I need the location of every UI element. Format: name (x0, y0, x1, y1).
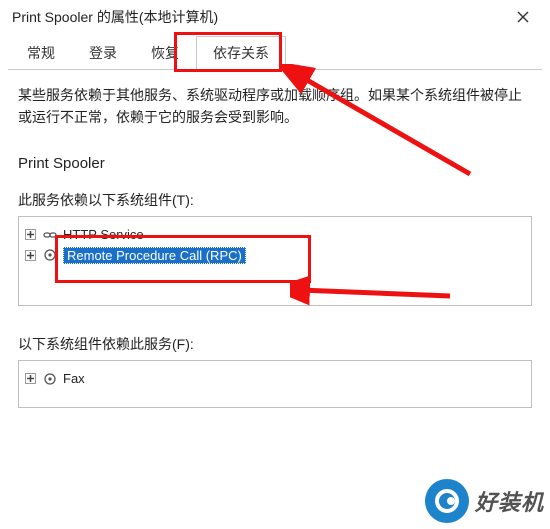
service-name: Print Spooler (18, 155, 532, 172)
tab-content: 某些服务依赖于其他服务、系统驱动程序或加载顺序组。如果某个系统组件被停止或运行不… (0, 70, 550, 408)
tab-recovery[interactable]: 恢复 (134, 36, 196, 70)
dependents-label: 以下系统组件依赖此服务(F): (18, 334, 532, 354)
tree-item-label: Fax (63, 371, 85, 386)
watermark: 好装机 (425, 479, 544, 523)
tree-item-fax[interactable]: Fax (25, 369, 525, 389)
gear-icon (42, 371, 58, 387)
watermark-text: 好装机 (475, 485, 544, 517)
close-icon (517, 11, 529, 23)
link-icon (42, 227, 58, 243)
tree-item-rpc[interactable]: Remote Procedure Call (RPC) (25, 245, 525, 266)
expander-icon[interactable] (25, 373, 36, 384)
expander-icon[interactable] (25, 229, 36, 240)
gear-icon (42, 247, 58, 263)
tab-general[interactable]: 常规 (10, 36, 72, 70)
watermark-logo-icon (425, 479, 469, 523)
depends-on-label: 此服务依赖以下系统组件(T): (18, 190, 532, 210)
depends-on-tree[interactable]: HTTP Service Remote Procedure Call (RPC) (18, 216, 532, 306)
tabs-bar: 常规 登录 恢复 依存关系 (8, 38, 542, 70)
close-button[interactable] (506, 6, 540, 28)
expander-icon[interactable] (25, 250, 36, 261)
tree-item-http-service[interactable]: HTTP Service (25, 225, 525, 245)
window-title: Print Spooler 的属性(本地计算机) (12, 7, 218, 27)
tree-item-label-selected: Remote Procedure Call (RPC) (63, 247, 246, 264)
window-titlebar: Print Spooler 的属性(本地计算机) (0, 0, 550, 32)
tree-item-label: HTTP Service (63, 227, 144, 242)
tab-dependencies[interactable]: 依存关系 (196, 36, 286, 70)
description-text: 某些服务依赖于其他服务、系统驱动程序或加载顺序组。如果某个系统组件被停止或运行不… (18, 84, 532, 129)
tab-logon[interactable]: 登录 (72, 36, 134, 70)
dependents-tree[interactable]: Fax (18, 360, 532, 408)
